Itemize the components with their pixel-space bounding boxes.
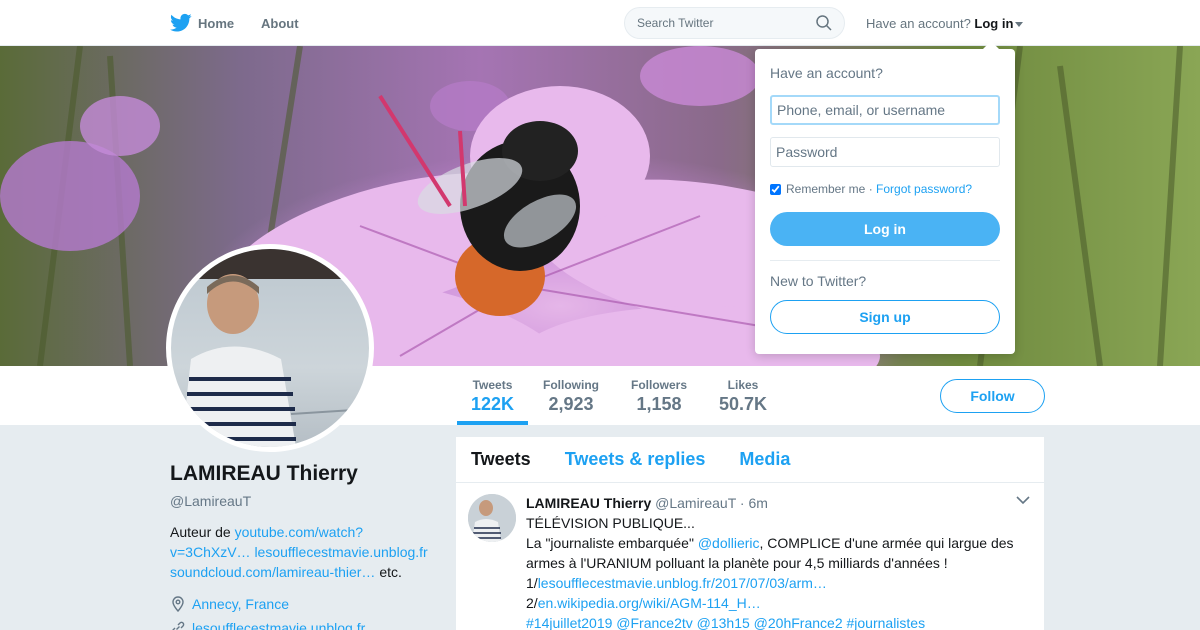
avatar-photo bbox=[171, 249, 369, 447]
search-input[interactable] bbox=[637, 16, 807, 30]
link-icon bbox=[172, 621, 185, 630]
login-dropdown-title: Have an account? bbox=[770, 65, 883, 81]
remember-me-checkbox[interactable] bbox=[770, 183, 781, 195]
chevron-down-icon[interactable] bbox=[1016, 495, 1030, 505]
tweet-line: #14juillet2019 @France2tv @13h15 @20hFra… bbox=[526, 613, 1029, 630]
stat-value: 2,923 bbox=[548, 394, 594, 414]
tweet-text-fragment: La "journaliste embarquée" bbox=[526, 535, 698, 551]
tweet-header: LAMIREAU Thierry @LamireauT · 6m bbox=[526, 493, 1029, 513]
profile-name[interactable]: LAMIREAU Thierry bbox=[170, 462, 440, 486]
location-link[interactable]: Annecy, France bbox=[192, 596, 289, 612]
follow-button[interactable]: Follow bbox=[940, 379, 1045, 413]
stat-label: Likes bbox=[727, 378, 759, 392]
tweet-link[interactable]: en.wikipedia.org/wiki/AGM-114_H… bbox=[538, 595, 761, 611]
nav-home-label: Home bbox=[198, 15, 235, 31]
timeline-tabs: Tweets Tweets & replies Media bbox=[456, 437, 1044, 483]
username-input[interactable] bbox=[770, 95, 1000, 125]
profile-website: lesoufflecestmavie.unblog.fr bbox=[170, 620, 440, 630]
signup-button[interactable]: Sign up bbox=[770, 300, 1000, 334]
stat-followers[interactable]: Followers 1,158 bbox=[631, 378, 687, 415]
account-menu: Have an account? Log in bbox=[866, 16, 1024, 31]
search-icon[interactable] bbox=[816, 15, 832, 31]
password-input[interactable] bbox=[770, 137, 1000, 167]
website-link[interactable]: lesoufflecestmavie.unblog.fr bbox=[192, 620, 365, 630]
tweet-text-fragment: 2/ bbox=[526, 595, 538, 611]
tweet-timestamp[interactable]: · 6m bbox=[740, 495, 768, 511]
stat-following[interactable]: Following 2,923 bbox=[543, 378, 599, 415]
remember-me-label[interactable]: Remember me bbox=[786, 182, 865, 196]
timeline: Tweets Tweets & replies Media LAMIREAU T… bbox=[456, 437, 1044, 630]
stat-likes[interactable]: Likes 50.7K bbox=[719, 378, 767, 415]
login-dropdown: Have an account? Remember me · Forgot pa… bbox=[755, 41, 1015, 354]
mention-link[interactable]: @dollieric bbox=[698, 535, 760, 551]
caret-down-icon[interactable] bbox=[1015, 22, 1024, 28]
profile-handle[interactable]: @LamireauT bbox=[170, 493, 440, 509]
stat-value: 122K bbox=[471, 394, 515, 414]
bio-link-soundcloud[interactable]: soundcloud.com/lamireau-thier… bbox=[170, 564, 375, 580]
new-to-twitter-label: New to Twitter? bbox=[770, 273, 867, 289]
tab-tweets[interactable]: Tweets bbox=[471, 449, 531, 470]
stat-value: 50.7K bbox=[719, 394, 768, 414]
tweet-text-fragment: 1/ bbox=[526, 575, 538, 591]
stat-value: 1,158 bbox=[636, 394, 682, 414]
stat-label: Tweets bbox=[472, 378, 513, 392]
tweet-item[interactable]: LAMIREAU Thierry @LamireauT · 6m TÉLÉVIS… bbox=[456, 483, 1044, 630]
login-menu-toggle[interactable]: Log in bbox=[974, 16, 1013, 31]
nav-home-link[interactable]: Home bbox=[170, 13, 234, 33]
forgot-password-link[interactable]: Forgot password? bbox=[876, 182, 972, 196]
tweet-author-handle[interactable]: @LamireauT bbox=[655, 495, 736, 511]
nav-about-link[interactable]: About bbox=[261, 16, 299, 31]
bio-text: Auteur de bbox=[170, 524, 235, 540]
tweet-author-name[interactable]: LAMIREAU Thierry bbox=[526, 495, 651, 511]
remember-row: Remember me · Forgot password? bbox=[770, 182, 972, 196]
hashtags-link[interactable]: #14juillet2019 @France2tv @13h15 @20hFra… bbox=[526, 615, 925, 630]
bio-link-blog[interactable]: lesoufflecestmavie.unblog.fr bbox=[254, 544, 427, 560]
divider bbox=[770, 260, 1000, 261]
tweet-link[interactable]: lesoufflecestmavie.unblog.fr/2017/07/03/… bbox=[538, 575, 827, 591]
profile-location: Annecy, France bbox=[170, 596, 440, 612]
location-pin-icon bbox=[172, 596, 184, 612]
stat-tweets[interactable]: Tweets 122K bbox=[456, 378, 529, 425]
stat-label: Followers bbox=[631, 378, 688, 392]
tweet-avatar[interactable] bbox=[468, 494, 516, 542]
avatar-photo bbox=[468, 494, 516, 542]
tweet-line: 2/en.wikipedia.org/wiki/AGM-114_H… bbox=[526, 593, 1029, 613]
profile-bio: Auteur de youtube.com/watch?v=3ChXzV… le… bbox=[170, 522, 440, 582]
stat-label: Following bbox=[543, 378, 599, 392]
login-button[interactable]: Log in bbox=[770, 212, 1000, 246]
profile-avatar[interactable] bbox=[166, 244, 374, 452]
tweet-text: TÉLÉVISION PUBLIQUE... La "journaliste e… bbox=[526, 513, 1029, 630]
search-box bbox=[624, 7, 845, 39]
tweet-line: TÉLÉVISION PUBLIQUE... bbox=[526, 515, 695, 531]
separator: · bbox=[865, 182, 877, 196]
tweet-line: 1/lesoufflecestmavie.unblog.fr/2017/07/0… bbox=[526, 573, 1029, 593]
tweet-line: La "journaliste embarquée" @dollieric, C… bbox=[526, 533, 1029, 573]
top-navigation-bar: Home About Have an account? Log in bbox=[0, 0, 1200, 46]
have-account-label: Have an account? bbox=[866, 16, 971, 31]
bio-text-suffix: etc. bbox=[375, 564, 402, 580]
tab-media[interactable]: Media bbox=[739, 449, 790, 470]
twitter-bird-icon bbox=[170, 13, 192, 32]
profile-card: LAMIREAU Thierry @LamireauT Auteur de yo… bbox=[170, 462, 440, 630]
tab-tweets-replies[interactable]: Tweets & replies bbox=[565, 449, 706, 470]
